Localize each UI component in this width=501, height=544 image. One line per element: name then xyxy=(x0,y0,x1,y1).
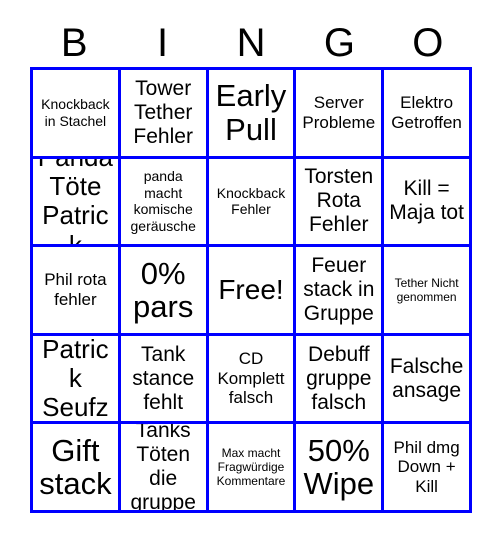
bingo-cell-label: CD Komplett falsch xyxy=(217,349,285,408)
bingo-cell-r4c4[interactable]: Debuff gruppe falsch xyxy=(296,335,385,425)
bingo-cell-label: Falsche ansage xyxy=(389,354,464,402)
bingo-cell-label: 50% Wipe xyxy=(303,432,375,502)
bingo-cell-r4c1[interactable]: Patrick Seufz xyxy=(33,335,121,425)
bingo-cell-label: Patrick Seufz xyxy=(42,335,109,423)
bingo-cell-label: Early Pull xyxy=(215,78,287,147)
bingo-header-letter-o: O xyxy=(412,20,444,65)
bingo-cell-r1c5[interactable]: Elektro Getroffen xyxy=(384,70,472,159)
bingo-cell-label: Feuer stack in Gruppe xyxy=(303,254,375,325)
bingo-cell-r5c2[interactable]: Tanks Töten die gruppe xyxy=(120,424,209,513)
bingo-cell-r1c1[interactable]: Knockback in Stachel xyxy=(33,70,121,159)
bingo-header-letter-n: N xyxy=(236,20,266,65)
bingo-cell-label: Elektro Getroffen xyxy=(391,93,462,132)
bingo-grid: Knockback in Stachel Tower Tether Fehler… xyxy=(30,67,472,513)
bingo-cell-label: Phil rota fehler xyxy=(44,270,107,309)
bingo-cell-label: Phil dmg Down + Kill xyxy=(393,437,460,497)
bingo-cell-label: Debuff gruppe falsch xyxy=(306,342,372,414)
bingo-cell-r2c3[interactable]: Knockback Fehler xyxy=(208,158,297,248)
bingo-cell-label: Tower Tether Fehler xyxy=(133,76,193,148)
bingo-cell-r3c5[interactable]: Tether Nicht genommen xyxy=(384,247,472,336)
bingo-card: B I N G O Knockback in Stachel Tower Tet… xyxy=(0,0,501,544)
bingo-free-space-label: Free! xyxy=(218,274,284,306)
bingo-cell-r3c2[interactable]: 0% pars xyxy=(120,247,209,336)
bingo-header-letter-g: G xyxy=(323,20,355,65)
bingo-cell-label: Knockback Fehler xyxy=(216,184,286,218)
bingo-cell-r3c1[interactable]: Phil rota fehler xyxy=(33,247,121,336)
bingo-header-letter-i: I xyxy=(157,20,169,65)
bingo-cell-label: panda macht komische geräusche xyxy=(130,168,196,234)
bingo-cell-r2c2[interactable]: panda macht komische geräusche xyxy=(120,158,209,248)
bingo-cell-label: Panda Töte Patrick xyxy=(38,159,113,248)
bingo-cell-r5c3[interactable]: Max macht Fragwürdige Kommentare xyxy=(208,424,297,513)
bingo-cell-label: Max macht Fragwürdige Kommentare xyxy=(216,445,286,489)
bingo-cell-r2c4[interactable]: Torsten Rota Fehler xyxy=(296,158,385,248)
bingo-header: B I N G O xyxy=(30,18,472,67)
bingo-cell-r3c4[interactable]: Feuer stack in Gruppe xyxy=(296,247,385,336)
bingo-cell-r4c3[interactable]: CD Komplett falsch xyxy=(208,335,297,425)
bingo-cell-label: Gift stack xyxy=(39,432,112,502)
bingo-cell-label: Server Probleme xyxy=(302,93,376,132)
bingo-cell-r4c2[interactable]: Tank stance fehlt xyxy=(120,335,209,425)
bingo-cell-r4c5[interactable]: Falsche ansage xyxy=(384,335,472,425)
bingo-cell-label: Tank stance fehlt xyxy=(132,342,195,414)
bingo-cell-label: Kill = Maja tot xyxy=(389,177,464,225)
bingo-cell-r1c4[interactable]: Server Probleme xyxy=(296,70,385,159)
bingo-cell-r2c5[interactable]: Kill = Maja tot xyxy=(384,158,472,248)
bingo-cell-label: Tether Nicht genommen xyxy=(394,275,459,304)
bingo-cell-label: 0% pars xyxy=(133,255,194,324)
bingo-cell-label: Knockback in Stachel xyxy=(41,96,110,129)
bingo-cell-r1c3[interactable]: Early Pull xyxy=(208,70,297,159)
bingo-cell-label: Tanks Töten die gruppe xyxy=(130,424,196,513)
bingo-cell-r1c2[interactable]: Tower Tether Fehler xyxy=(120,70,209,159)
bingo-cell-r5c1[interactable]: Gift stack xyxy=(33,424,121,513)
bingo-cell-label: Torsten Rota Fehler xyxy=(304,165,374,237)
bingo-cell-r5c5[interactable]: Phil dmg Down + Kill xyxy=(384,424,472,513)
bingo-cell-free-space[interactable]: Free! xyxy=(208,247,297,336)
bingo-cell-r5c4[interactable]: 50% Wipe xyxy=(296,424,385,513)
bingo-header-letter-b: B xyxy=(60,20,88,65)
bingo-cell-r2c1[interactable]: Panda Töte Patrick xyxy=(33,158,121,248)
